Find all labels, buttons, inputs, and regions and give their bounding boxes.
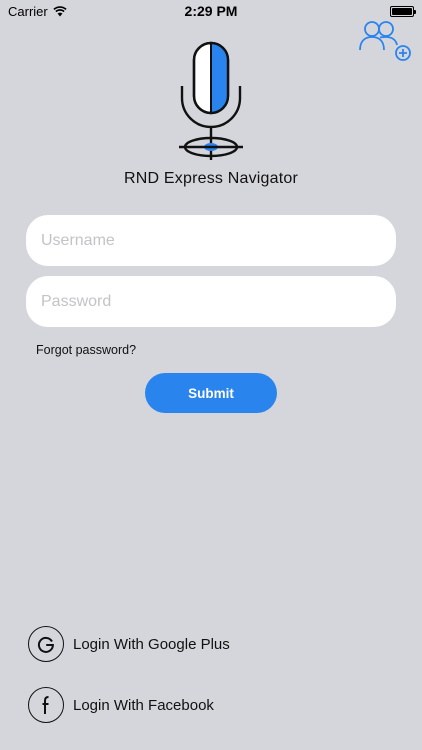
username-input[interactable] [26,215,396,266]
status-left: Carrier [8,4,67,19]
battery-fill [392,7,412,15]
battery-icon [390,5,416,17]
password-input[interactable] [26,276,396,327]
facebook-f-glyph [42,696,49,714]
google-g-glyph [37,637,54,653]
carrier-label: Carrier [8,3,48,19]
google-plus-icon [28,626,64,662]
submit-button[interactable]: Submit [145,373,277,413]
add-user-icon [359,21,411,61]
login-google-label: Login With Google Plus [73,635,230,653]
add-user-button[interactable] [358,18,414,64]
facebook-icon [28,687,64,723]
app-title: RND Express Navigator [123,170,299,187]
forgot-password-link[interactable]: Forgot password? [36,343,136,357]
wifi-icon [53,5,67,16]
microphone-icon [179,41,243,160]
login-facebook-button[interactable]: Login With Facebook [28,686,214,724]
login-facebook-label: Login With Facebook [73,696,214,714]
login-google-button[interactable]: Login With Google Plus [28,625,230,663]
